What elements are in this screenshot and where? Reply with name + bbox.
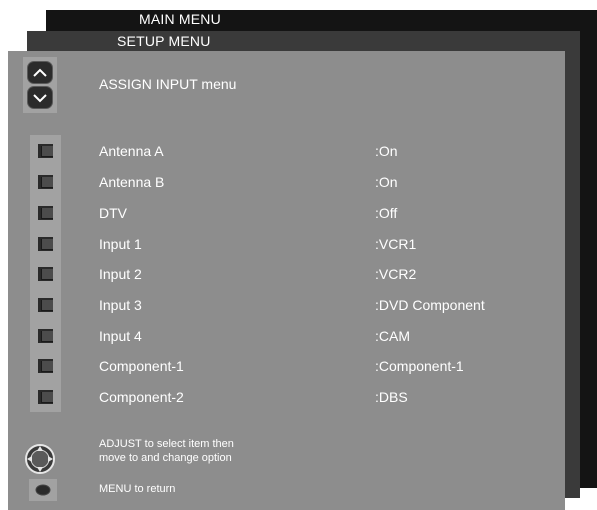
menu-item-value[interactable]: :DVD Component bbox=[375, 297, 485, 313]
menu-item-value[interactable]: :Off bbox=[375, 205, 397, 221]
menu-item-label[interactable]: Input 4 bbox=[99, 328, 142, 344]
menu-item-value[interactable]: :Component-1 bbox=[375, 358, 464, 374]
menu-button-shape bbox=[35, 484, 51, 496]
menu-item-label[interactable]: Component-2 bbox=[99, 389, 184, 405]
menu-item-label[interactable]: Antenna A bbox=[99, 143, 164, 159]
scroll-controls bbox=[23, 57, 57, 113]
menu-item-value[interactable]: :CAM bbox=[375, 328, 410, 344]
item-icon[interactable] bbox=[38, 206, 53, 220]
menu-item-value[interactable]: :On bbox=[375, 143, 398, 159]
help-adjust-line1: ADJUST to select item then bbox=[99, 438, 234, 450]
item-icon[interactable] bbox=[38, 390, 53, 404]
chevron-down-icon bbox=[33, 93, 47, 102]
scroll-up-button[interactable] bbox=[27, 61, 53, 84]
item-icon[interactable] bbox=[38, 359, 53, 373]
help-adjust-line2: move to and change option bbox=[99, 452, 232, 464]
item-icon[interactable] bbox=[38, 237, 53, 251]
menu-item-value[interactable]: :On bbox=[375, 174, 398, 190]
menu-item-label[interactable]: Antenna B bbox=[99, 174, 164, 190]
menu-item-value[interactable]: :VCR1 bbox=[375, 236, 416, 252]
menu-button-icon bbox=[29, 479, 57, 501]
item-icon[interactable] bbox=[38, 329, 53, 343]
item-icon[interactable] bbox=[38, 175, 53, 189]
menu-item-value[interactable]: :VCR2 bbox=[375, 266, 416, 282]
item-icon[interactable] bbox=[38, 144, 53, 158]
menu-item-label[interactable]: Component-1 bbox=[99, 358, 184, 374]
menu-item-label[interactable]: Input 1 bbox=[99, 236, 142, 252]
item-icon-column bbox=[30, 135, 61, 412]
main-menu-title: MAIN MENU bbox=[139, 11, 221, 27]
menu-item-label[interactable]: DTV bbox=[99, 205, 127, 221]
setup-menu-title: SETUP MENU bbox=[117, 33, 211, 49]
adjust-joystick-icon bbox=[25, 444, 55, 474]
chevron-up-icon bbox=[33, 68, 47, 77]
assign-input-panel: ASSIGN INPUT menu Antenna A :On Antenna … bbox=[8, 51, 565, 510]
page-title: ASSIGN INPUT menu bbox=[99, 76, 237, 92]
item-icon[interactable] bbox=[38, 298, 53, 312]
menu-item-label[interactable]: Input 2 bbox=[99, 266, 142, 282]
menu-item-label[interactable]: Input 3 bbox=[99, 297, 142, 313]
help-menu-return: MENU to return bbox=[99, 483, 176, 495]
scroll-down-button[interactable] bbox=[27, 86, 53, 109]
item-icon[interactable] bbox=[38, 267, 53, 281]
menu-item-value[interactable]: :DBS bbox=[375, 389, 408, 405]
